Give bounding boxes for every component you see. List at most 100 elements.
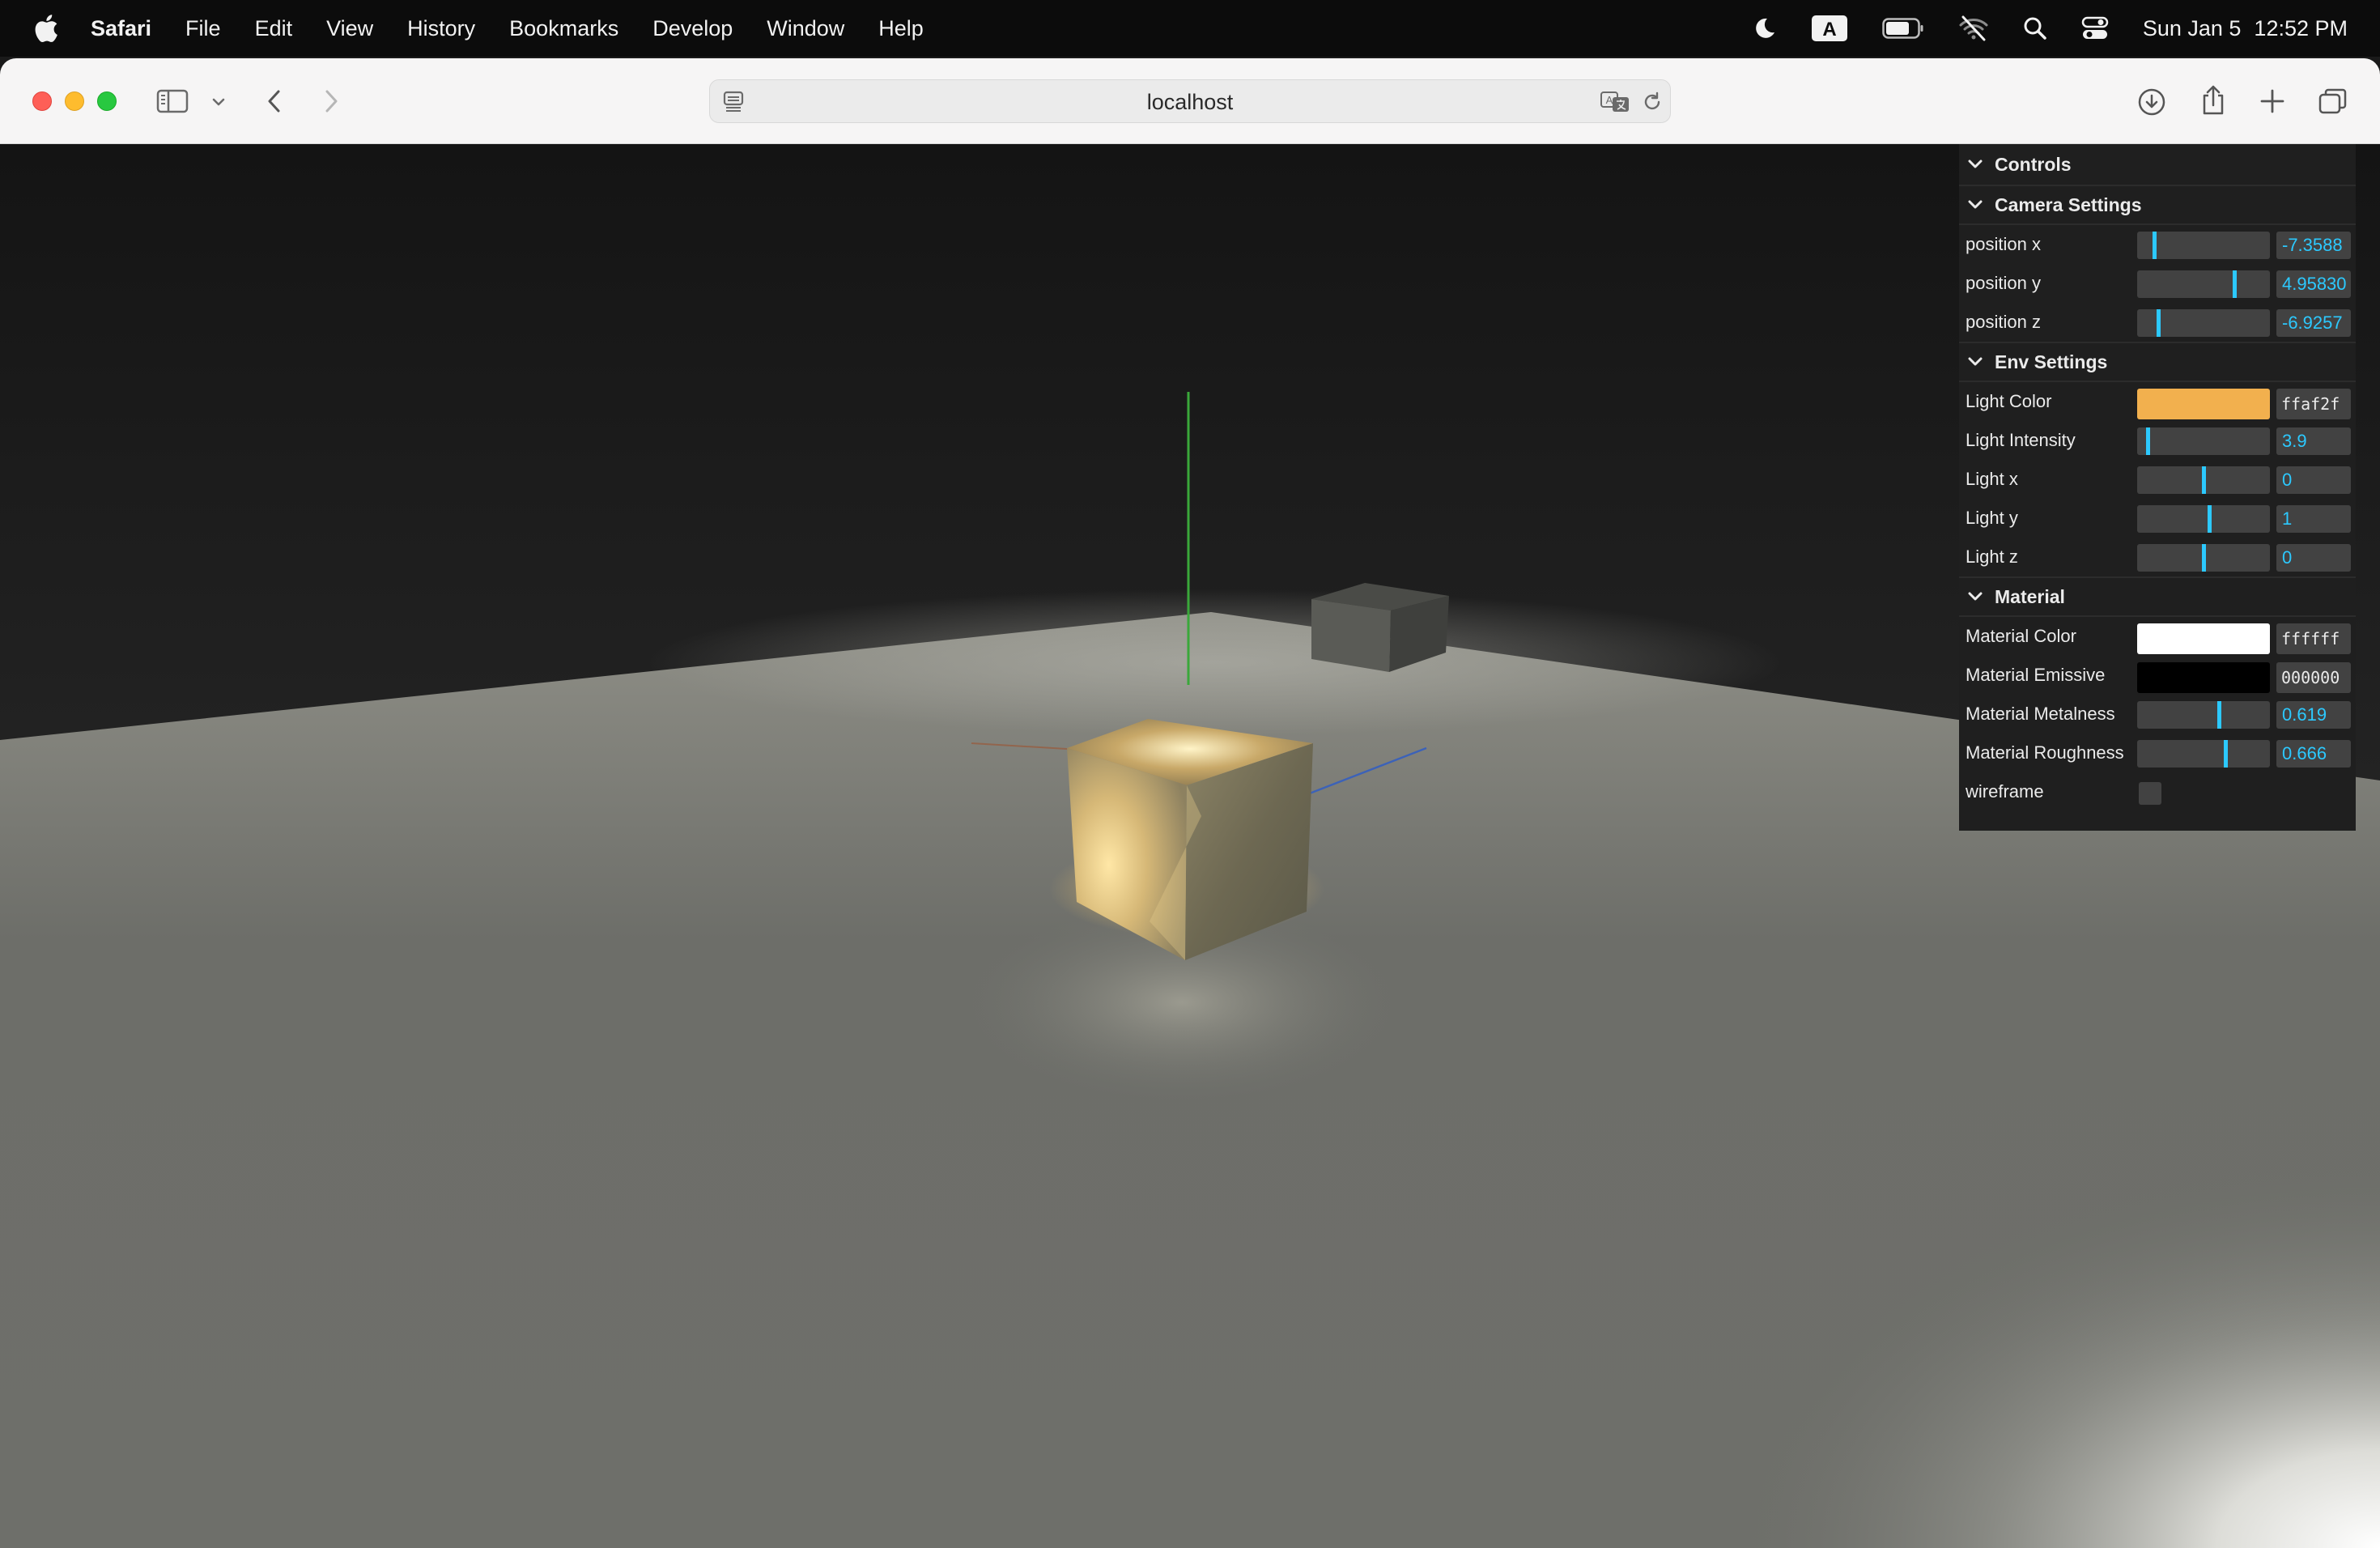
slider-knob[interactable] bbox=[2153, 232, 2157, 259]
apple-logo-icon[interactable] bbox=[32, 15, 60, 42]
wifi-off-icon[interactable] bbox=[1958, 12, 1989, 45]
slider-knob[interactable] bbox=[2217, 701, 2221, 729]
menu-edit[interactable]: Edit bbox=[255, 16, 293, 41]
light-y-label: Light y bbox=[1966, 508, 2018, 528]
light-color-label: Light Color bbox=[1966, 391, 2052, 411]
position-y-slider[interactable] bbox=[2137, 270, 2270, 298]
downloads-icon[interactable] bbox=[2136, 86, 2168, 118]
controls-panel: Controls Camera Settings position x -7.3… bbox=[1959, 144, 2356, 831]
slider-knob[interactable] bbox=[2233, 270, 2237, 298]
wireframe-label: wireframe bbox=[1966, 781, 2044, 802]
position-z-slider[interactable] bbox=[2137, 309, 2270, 337]
row-light-x: Light x 0 bbox=[1959, 460, 2356, 499]
controls-title[interactable]: Controls bbox=[1959, 144, 2356, 185]
material-emissive-label: Material Emissive bbox=[1966, 665, 2106, 685]
light-color-hex-input[interactable]: ffaf2f bbox=[2276, 389, 2351, 419]
menu-bookmarks[interactable]: Bookmarks bbox=[509, 16, 618, 41]
position-y-label: position y bbox=[1966, 273, 2041, 293]
light-color-swatch[interactable] bbox=[2137, 389, 2270, 419]
battery-icon[interactable] bbox=[1882, 12, 1924, 45]
reload-icon[interactable] bbox=[1641, 91, 1664, 113]
menu-history[interactable]: History bbox=[407, 16, 475, 41]
row-position-y: position y 4.95830 bbox=[1959, 264, 2356, 303]
tab-overview-icon[interactable] bbox=[2317, 86, 2349, 117]
light-y-input[interactable]: 1 bbox=[2276, 505, 2351, 533]
light-y-slider[interactable] bbox=[2137, 505, 2270, 533]
wireframe-checkbox[interactable] bbox=[2139, 782, 2161, 805]
menu-develop[interactable]: Develop bbox=[652, 16, 733, 41]
light-x-input[interactable]: 0 bbox=[2276, 466, 2351, 494]
material-color-label: Material Color bbox=[1966, 626, 2076, 646]
slider-knob[interactable] bbox=[2146, 427, 2150, 455]
folder-camera-label: Camera Settings bbox=[1995, 194, 2142, 215]
row-light-intensity: Light Intensity 3.9 bbox=[1959, 421, 2356, 460]
row-light-color: Light Color ffaf2f bbox=[1959, 382, 2356, 421]
material-emissive-hex-input[interactable]: 000000 bbox=[2276, 662, 2351, 693]
menu-window[interactable]: Window bbox=[767, 16, 844, 41]
menu-bar: Safari File Edit View History Bookmarks … bbox=[0, 0, 2380, 57]
slider-knob[interactable] bbox=[2208, 505, 2212, 533]
share-icon[interactable] bbox=[2197, 83, 2229, 118]
slider-knob[interactable] bbox=[2202, 466, 2206, 494]
folder-camera-settings[interactable]: Camera Settings bbox=[1959, 185, 2356, 225]
menu-view[interactable]: View bbox=[326, 16, 373, 41]
light-z-input[interactable]: 0 bbox=[2276, 544, 2351, 572]
material-roughness-input[interactable]: 0.666 bbox=[2276, 740, 2351, 768]
material-emissive-swatch[interactable] bbox=[2137, 662, 2270, 693]
row-position-z: position z -6.9257 bbox=[1959, 303, 2356, 342]
address-url: localhost bbox=[1146, 90, 1234, 114]
folder-env-label: Env Settings bbox=[1995, 351, 2108, 372]
light-z-label: Light z bbox=[1966, 546, 2018, 567]
material-metalness-input[interactable]: 0.619 bbox=[2276, 701, 2351, 729]
material-color-hex-input[interactable]: ffffff bbox=[2276, 623, 2351, 654]
menubar-clock[interactable]: Sun Jan 5 12:52 PM bbox=[2143, 16, 2348, 41]
material-color-swatch[interactable] bbox=[2137, 623, 2270, 654]
sidebar-toggle-icon[interactable] bbox=[155, 87, 189, 115]
light-z-slider[interactable] bbox=[2137, 544, 2270, 572]
chevron-down-icon bbox=[1967, 589, 1983, 605]
folder-material[interactable]: Material bbox=[1959, 576, 2356, 617]
translate-icon[interactable]: A bbox=[1599, 88, 1633, 116]
row-position-x: position x -7.3588 bbox=[1959, 225, 2356, 264]
light-intensity-input[interactable]: 3.9 bbox=[2276, 427, 2351, 455]
menu-help[interactable]: Help bbox=[878, 16, 924, 41]
control-center-icon[interactable] bbox=[2081, 12, 2109, 45]
folder-env-settings[interactable]: Env Settings bbox=[1959, 342, 2356, 382]
menu-app-safari[interactable]: Safari bbox=[91, 16, 151, 41]
material-metalness-slider[interactable] bbox=[2137, 701, 2270, 729]
window-close-button[interactable] bbox=[32, 91, 52, 111]
row-material-color: Material Color ffffff bbox=[1959, 617, 2356, 656]
threejs-canvas[interactable]: Controls Camera Settings position x -7.3… bbox=[0, 144, 2380, 1548]
tab-group-chevron-down-icon[interactable] bbox=[209, 92, 228, 112]
material-metalness-label: Material Metalness bbox=[1966, 704, 2115, 724]
position-z-input[interactable]: -6.9257 bbox=[2276, 309, 2351, 337]
floor-back-haze bbox=[648, 589, 1781, 735]
address-bar[interactable]: localhost A bbox=[709, 79, 1671, 123]
input-source-icon[interactable]: A bbox=[1811, 12, 1848, 45]
slider-knob[interactable] bbox=[2157, 309, 2161, 337]
position-x-input[interactable]: -7.3588 bbox=[2276, 232, 2351, 259]
new-tab-plus-icon[interactable] bbox=[2257, 86, 2288, 117]
slider-knob[interactable] bbox=[2224, 740, 2228, 768]
chevron-down-icon bbox=[1967, 197, 1983, 213]
light-x-slider[interactable] bbox=[2137, 466, 2270, 494]
light-x-label: Light x bbox=[1966, 469, 2018, 489]
light-intensity-slider[interactable] bbox=[2137, 427, 2270, 455]
row-material-metalness: Material Metalness 0.619 bbox=[1959, 695, 2356, 734]
slider-knob[interactable] bbox=[2202, 544, 2206, 572]
safari-window: localhost A Controls Camera Settings pos… bbox=[0, 58, 2380, 1548]
chevron-down-icon bbox=[1967, 156, 1983, 172]
menu-file[interactable]: File bbox=[185, 16, 221, 41]
focus-moon-icon[interactable] bbox=[1753, 12, 1777, 45]
spotlight-search-icon[interactable] bbox=[2023, 12, 2047, 45]
window-zoom-button[interactable] bbox=[97, 91, 117, 111]
back-chevron-icon[interactable] bbox=[261, 87, 288, 115]
forward-chevron-icon[interactable] bbox=[317, 87, 345, 115]
position-x-slider[interactable] bbox=[2137, 232, 2270, 259]
position-y-input[interactable]: 4.95830 bbox=[2276, 270, 2351, 298]
window-minimize-button[interactable] bbox=[65, 91, 84, 111]
floor-corner-highlight bbox=[1376, 954, 2380, 1548]
row-light-z: Light z 0 bbox=[1959, 538, 2356, 576]
material-roughness-slider[interactable] bbox=[2137, 740, 2270, 768]
row-light-y: Light y 1 bbox=[1959, 499, 2356, 538]
